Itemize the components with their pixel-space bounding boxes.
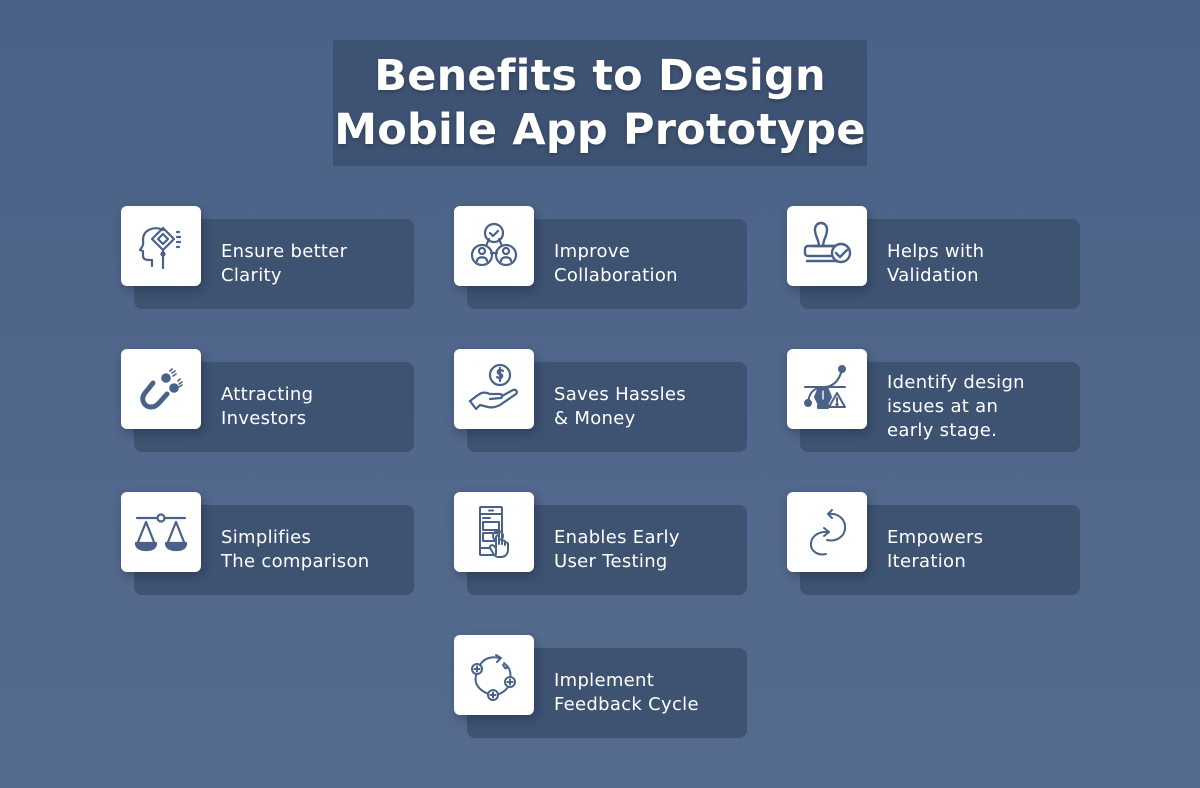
- benefit-label: Saves Hassles & Money: [554, 384, 686, 429]
- page-title-line-2: Mobile App Prototype: [334, 105, 866, 155]
- benefit-helps-validation: Helps with Validation: [787, 206, 1081, 310]
- mobile-touch-icon: [479, 506, 509, 558]
- benefit-simplifies-comparison: Simplifies The comparison: [121, 492, 415, 596]
- icon-tile: [454, 349, 534, 429]
- benefit-improve-collaboration: Improve Collaboration: [454, 206, 748, 310]
- stamp-validation-icon: [803, 221, 852, 264]
- icon-tile: [121, 349, 201, 429]
- feedback-cycle-icon: [471, 654, 516, 701]
- iteration-arrows-icon: [809, 509, 847, 556]
- icon-tile: [454, 206, 534, 286]
- benefit-saves-hassles-money: Saves Hassles & Money: [454, 349, 748, 453]
- benefit-label: Ensure better Clarity: [221, 241, 348, 286]
- balance-scale-icon: [134, 513, 188, 552]
- benefit-attracting-investors: Attracting Investors: [121, 349, 415, 453]
- pen-tool-warning-icon: [804, 365, 846, 409]
- icon-tile: [787, 492, 867, 572]
- collaboration-icon: [470, 222, 518, 267]
- benefit-label: Empowers Iteration: [887, 527, 984, 572]
- icon-tile: [121, 206, 201, 286]
- icon-tile: [454, 635, 534, 715]
- benefit-feedback-cycle: Implement Feedback Cycle: [454, 635, 748, 739]
- icon-tile: [787, 349, 867, 429]
- benefit-label: Attracting Investors: [221, 384, 314, 429]
- icon-tile: [121, 492, 201, 572]
- icon-tile: [787, 206, 867, 286]
- magnet-coins-icon: [140, 368, 183, 410]
- page-title-line-1: Benefits to Design: [374, 51, 826, 101]
- benefit-label: Helps with Validation: [887, 241, 985, 286]
- benefit-empowers-iteration: Empowers Iteration: [787, 492, 1081, 596]
- benefit-label: Identify design issues at an early stage…: [887, 372, 1025, 441]
- title-box: Benefits to Design Mobile App Prototype: [333, 40, 867, 166]
- benefit-identify-design-issues: Identify design issues at an early stage…: [787, 349, 1081, 453]
- benefit-label: Implement Feedback Cycle: [554, 670, 699, 715]
- benefit-label: Simplifies The comparison: [221, 527, 370, 572]
- benefit-ensure-clarity: Ensure better Clarity: [121, 206, 415, 310]
- icon-tile: [454, 492, 534, 572]
- hand-money-icon: [468, 363, 518, 411]
- benefit-early-user-testing: Enables Early User Testing: [454, 492, 748, 596]
- benefit-label: Enables Early User Testing: [554, 527, 680, 572]
- benefit-label: Improve Collaboration: [554, 241, 678, 286]
- head-clarity-icon: [138, 226, 182, 270]
